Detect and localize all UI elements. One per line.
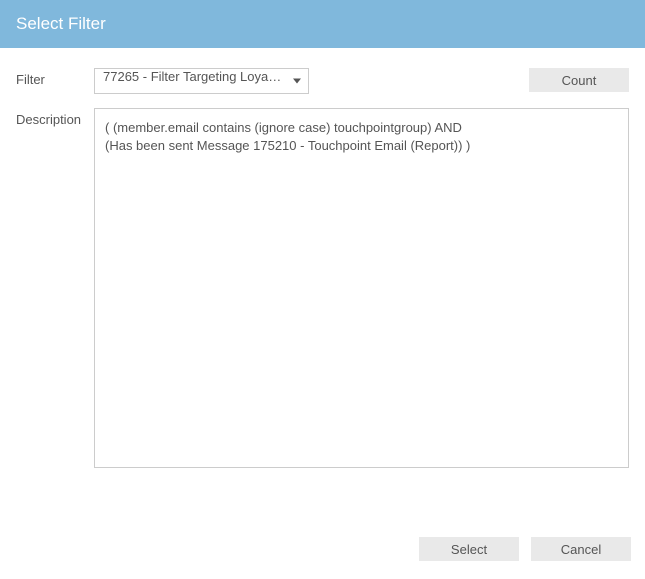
description-row: Description ( (member.email contains (ig… [16, 108, 629, 495]
dialog-footer: Select Cancel [0, 519, 645, 579]
filter-row: Filter 77265 - Filter Targeting Loyalty … [16, 68, 629, 94]
description-textarea[interactable]: ( (member.email contains (ignore case) t… [94, 108, 629, 468]
filter-select[interactable]: 77265 - Filter Targeting Loyalty C [94, 68, 309, 94]
count-button[interactable]: Count [529, 68, 629, 92]
description-label: Description [16, 108, 94, 127]
select-button[interactable]: Select [419, 537, 519, 561]
dialog-title: Select Filter [16, 14, 106, 33]
dialog-header: Select Filter [0, 0, 645, 48]
cancel-button[interactable]: Cancel [531, 537, 631, 561]
filter-select-wrap: 77265 - Filter Targeting Loyalty C [94, 68, 309, 94]
filter-label: Filter [16, 68, 94, 87]
dialog-content: Filter 77265 - Filter Targeting Loyalty … [0, 48, 645, 519]
